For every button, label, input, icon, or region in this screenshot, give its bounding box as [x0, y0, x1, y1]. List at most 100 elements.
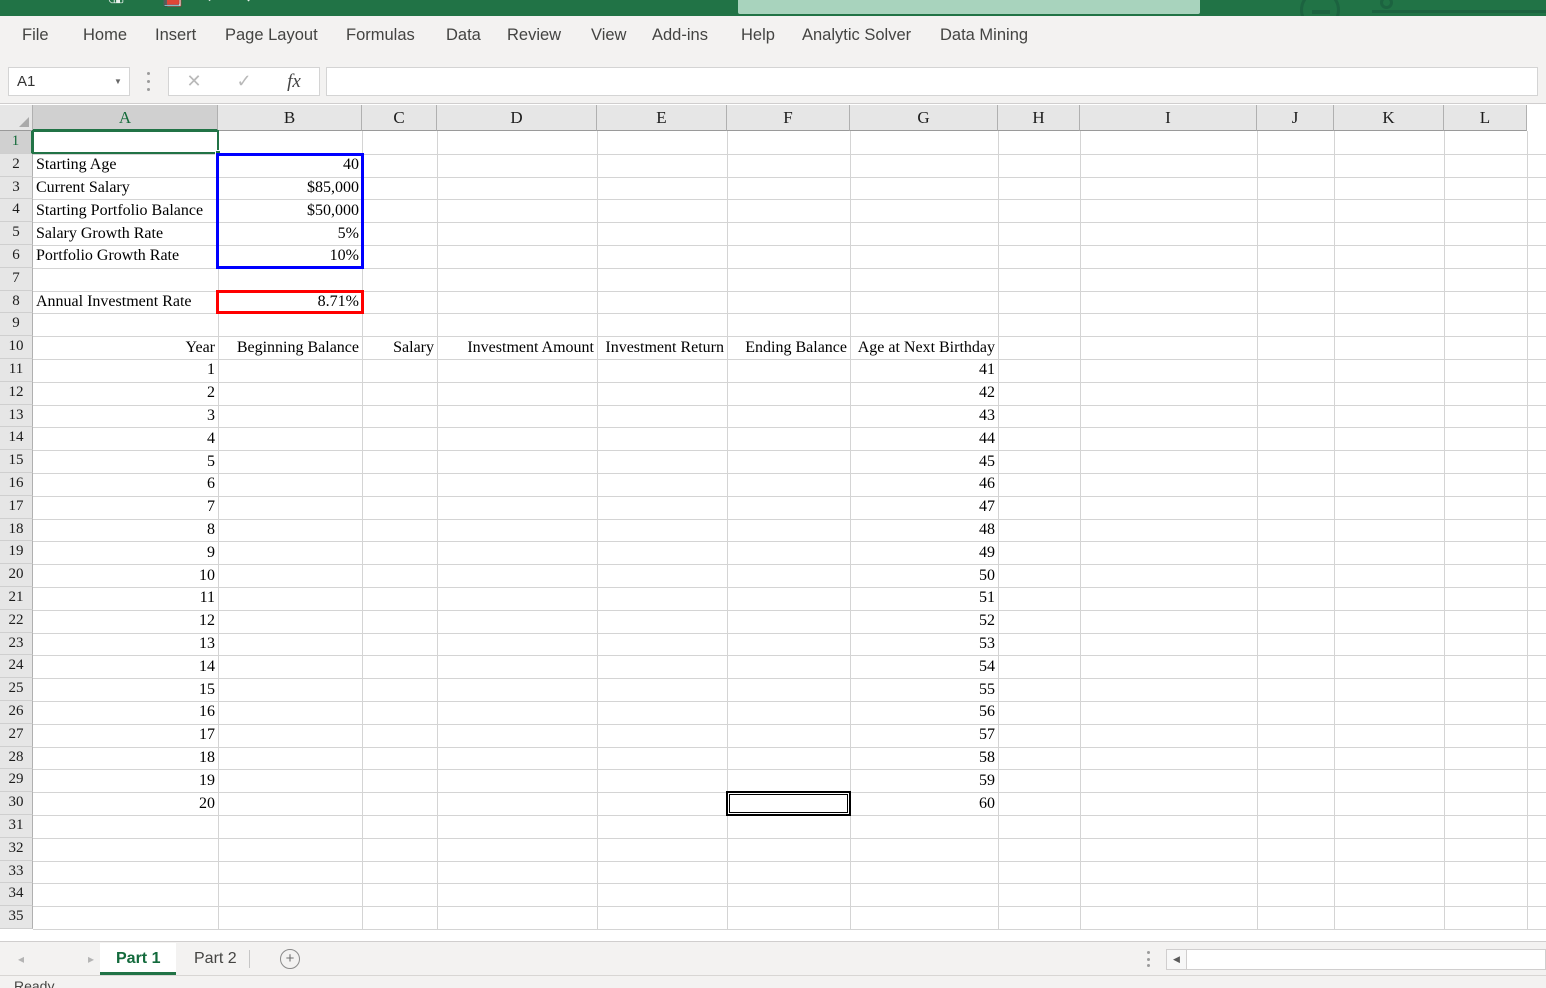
- cell-G19-age[interactable]: 49: [850, 541, 998, 564]
- cell-A8-label[interactable]: Annual Investment Rate: [33, 291, 218, 314]
- column-header-C[interactable]: C: [362, 105, 437, 131]
- cell-B21[interactable]: [218, 587, 362, 610]
- cell-G16-age[interactable]: 46: [850, 473, 998, 496]
- cell-C19[interactable]: [362, 541, 437, 564]
- cell-F19[interactable]: [727, 541, 850, 564]
- cell-E20[interactable]: [597, 564, 727, 587]
- name-box[interactable]: A1 ▼: [8, 67, 130, 96]
- table-header-G10[interactable]: Age at Next Birthday: [850, 336, 998, 359]
- cell-F13[interactable]: [727, 405, 850, 428]
- cell-C29[interactable]: [362, 769, 437, 792]
- cell-D17[interactable]: [437, 496, 597, 519]
- row-header-5[interactable]: 5: [0, 222, 33, 245]
- column-header-E[interactable]: E: [597, 105, 727, 131]
- cell-A25-year[interactable]: 15: [33, 678, 218, 701]
- cell-C22[interactable]: [362, 610, 437, 633]
- cell-A27-year[interactable]: 17: [33, 724, 218, 747]
- cell-E22[interactable]: [597, 610, 727, 633]
- cell-F16[interactable]: [727, 473, 850, 496]
- cell-E17[interactable]: [597, 496, 727, 519]
- scrollbar-track[interactable]: [1187, 950, 1545, 969]
- ribbon-tab-review[interactable]: Review: [504, 16, 564, 54]
- undo-icon[interactable]: ⟸: [205, 0, 232, 7]
- cell-D11[interactable]: [437, 359, 597, 382]
- row-header-4[interactable]: 4: [0, 199, 33, 223]
- selected-cell-a1[interactable]: [32, 130, 221, 156]
- cell-G22-age[interactable]: 52: [850, 610, 998, 633]
- cell-E14[interactable]: [597, 427, 727, 450]
- cell-E13[interactable]: [597, 405, 727, 428]
- cell-D19[interactable]: [437, 541, 597, 564]
- cell-F11[interactable]: [727, 359, 850, 382]
- cell-B27[interactable]: [218, 724, 362, 747]
- row-header-8[interactable]: 8: [0, 290, 33, 314]
- cell-F23[interactable]: [727, 633, 850, 656]
- column-header-K[interactable]: K: [1334, 105, 1444, 131]
- cell-G18-age[interactable]: 48: [850, 519, 998, 542]
- cell-C30[interactable]: [362, 792, 437, 815]
- ribbon-tab-data[interactable]: Data: [443, 16, 484, 54]
- ribbon-tab-data-mining[interactable]: Data Mining: [937, 16, 1031, 54]
- cell-D12[interactable]: [437, 382, 597, 405]
- cell-E26[interactable]: [597, 701, 727, 724]
- confirm-icon[interactable]: ✓: [219, 68, 269, 95]
- cell-F25[interactable]: [727, 678, 850, 701]
- cell-B13[interactable]: [218, 405, 362, 428]
- cell-D29[interactable]: [437, 769, 597, 792]
- row-header-23[interactable]: 23: [0, 632, 33, 656]
- cell-F26[interactable]: [727, 701, 850, 724]
- column-header-J[interactable]: J: [1257, 105, 1334, 131]
- cell-F14[interactable]: [727, 427, 850, 450]
- row-header-25[interactable]: 25: [0, 678, 33, 701]
- row-header-28[interactable]: 28: [0, 746, 33, 770]
- cell-area[interactable]: Starting Age 40 Current Salary $85,000 Start…: [32, 130, 1546, 941]
- cell-F21[interactable]: [727, 587, 850, 610]
- cell-G17-age[interactable]: 47: [850, 496, 998, 519]
- cell-G28-age[interactable]: 58: [850, 747, 998, 770]
- cell-A4-label[interactable]: Starting Portfolio Balance: [33, 199, 218, 222]
- row-header-3[interactable]: 3: [0, 176, 33, 200]
- cell-E27[interactable]: [597, 724, 727, 747]
- ribbon-tab-analytic-solver[interactable]: Analytic Solver: [799, 16, 914, 54]
- cell-A29-year[interactable]: 19: [33, 769, 218, 792]
- table-header-E10[interactable]: Investment Return: [597, 336, 727, 359]
- column-header-D[interactable]: D: [437, 105, 597, 131]
- cell-G25-age[interactable]: 55: [850, 678, 998, 701]
- cell-E21[interactable]: [597, 587, 727, 610]
- cell-D23[interactable]: [437, 633, 597, 656]
- cell-E12[interactable]: [597, 382, 727, 405]
- cell-D18[interactable]: [437, 519, 597, 542]
- table-header-A10[interactable]: Year: [33, 336, 218, 359]
- cell-A14-year[interactable]: 4: [33, 427, 218, 450]
- cell-F22[interactable]: [727, 610, 850, 633]
- sheet-tab-part-1[interactable]: Part 1: [100, 943, 177, 975]
- cell-F17[interactable]: [727, 496, 850, 519]
- cell-B19[interactable]: [218, 541, 362, 564]
- column-header-F[interactable]: F: [727, 105, 850, 131]
- chevron-down-icon[interactable]: ▼: [107, 67, 129, 96]
- prev-sheet-icon[interactable]: ◂: [18, 949, 24, 969]
- cell-C25[interactable]: [362, 678, 437, 701]
- table-header-B10[interactable]: Beginning Balance: [218, 336, 362, 359]
- cell-C26[interactable]: [362, 701, 437, 724]
- table-header-F10[interactable]: Ending Balance: [727, 336, 850, 359]
- row-header-10[interactable]: 10: [0, 336, 33, 359]
- cell-A11-year[interactable]: 1: [33, 359, 218, 382]
- cell-G20-age[interactable]: 50: [850, 564, 998, 587]
- cell-F28[interactable]: [727, 747, 850, 770]
- table-header-C10[interactable]: Salary: [362, 336, 437, 359]
- column-header-H[interactable]: H: [998, 105, 1080, 131]
- next-sheet-icon[interactable]: ▸: [88, 949, 94, 969]
- cell-D14[interactable]: [437, 427, 597, 450]
- cell-A3-label[interactable]: Current Salary: [33, 177, 218, 200]
- ribbon-tab-help[interactable]: Help: [738, 16, 778, 54]
- cell-E30[interactable]: [597, 792, 727, 815]
- cell-F24[interactable]: [727, 655, 850, 678]
- row-header-34[interactable]: 34: [0, 883, 33, 907]
- row-header-33[interactable]: 33: [0, 860, 33, 884]
- cell-A26-year[interactable]: 16: [33, 701, 218, 724]
- column-header-L[interactable]: L: [1444, 105, 1527, 131]
- formula-input[interactable]: [326, 67, 1538, 96]
- column-header-B[interactable]: B: [218, 105, 362, 131]
- cell-C12[interactable]: [362, 382, 437, 405]
